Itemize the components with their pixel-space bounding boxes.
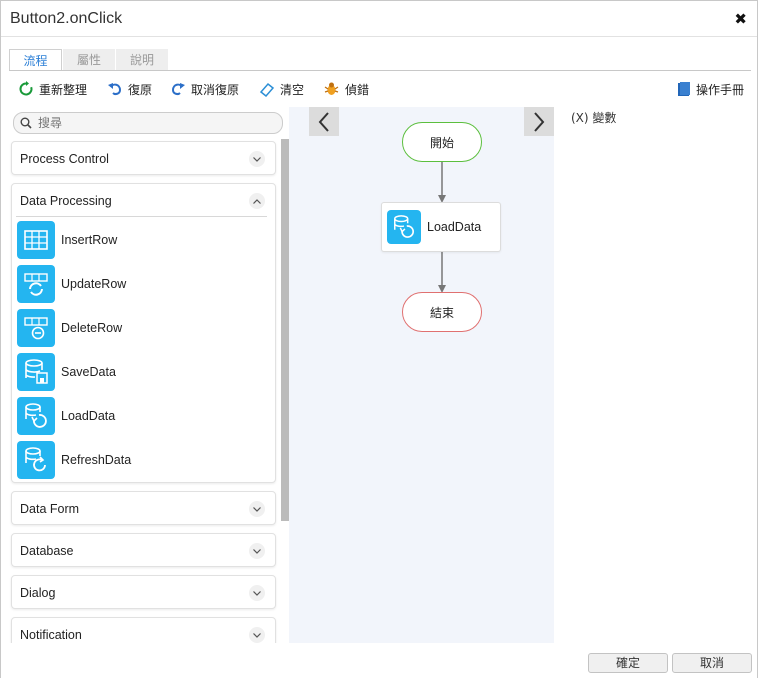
search-icon (20, 117, 32, 129)
palette-item-label: LoadData (61, 409, 116, 423)
palette-item-refreshdata[interactable]: RefreshData (17, 440, 267, 480)
flow-loaddata-node[interactable]: LoadData (381, 202, 501, 252)
tab-help[interactable]: 說明 (116, 49, 168, 71)
section-header[interactable]: Notification (12, 618, 275, 643)
redo-icon (171, 83, 185, 95)
flow-node-label: LoadData (427, 220, 482, 234)
section-label: Data Processing (20, 194, 112, 208)
section-notification[interactable]: Notification (11, 617, 276, 643)
undo-icon (108, 83, 122, 95)
section-database[interactable]: Database (11, 533, 276, 567)
eraser-icon (259, 82, 275, 97)
chevron-down-icon[interactable] (249, 501, 265, 517)
palette-item-insertrow[interactable]: InsertRow (17, 220, 267, 260)
manual-label: 操作手冊 (696, 82, 745, 97)
chevron-down-icon[interactable] (249, 585, 265, 601)
section-header[interactable]: Database (12, 534, 275, 568)
table-refresh-icon (17, 265, 55, 303)
tab-properties[interactable]: 屬性 (63, 49, 115, 71)
rearrange-label: 重新整理 (39, 82, 88, 97)
undo-label: 復原 (128, 82, 153, 97)
section-header[interactable]: Data Processing (12, 184, 275, 218)
palette-item-label: RefreshData (61, 453, 132, 467)
chevron-down-icon[interactable] (249, 543, 265, 559)
chevron-down-icon[interactable] (249, 151, 265, 167)
palette-item-savedata[interactable]: SaveData (17, 352, 267, 392)
table-grid-icon (17, 221, 55, 259)
database-refresh-icon (17, 441, 55, 479)
clear-label: 清空 (280, 82, 305, 97)
section-label: Database (20, 544, 74, 558)
section-label: Dialog (20, 586, 56, 600)
section-header[interactable]: Process Control (12, 142, 275, 176)
close-icon[interactable]: ✖ (734, 10, 747, 28)
toolbar: 重新整理 復原 取消復原 清空 偵錯 操作手冊 (1, 75, 757, 103)
database-load-icon (387, 210, 421, 244)
bug-icon (324, 82, 339, 95)
section-process-control[interactable]: Process Control (11, 141, 276, 175)
section-header[interactable]: Dialog (12, 576, 275, 610)
palette-item-deleterow[interactable]: DeleteRow (17, 308, 267, 348)
section-data-form[interactable]: Data Form (11, 491, 276, 525)
clear-button[interactable]: 清空 (259, 79, 304, 99)
chevron-up-icon[interactable] (249, 193, 265, 209)
palette-item-loaddata[interactable]: LoadData (17, 396, 267, 436)
dialog-footer: 確定 取消 (1, 643, 757, 678)
section-label: Process Control (20, 152, 109, 166)
dialog-title: Button2.onClick (10, 10, 123, 27)
palette-item-label: SaveData (61, 365, 116, 379)
palette-panel: Process Control Data Processing InsertRo… (9, 107, 289, 643)
debug-button[interactable]: 偵錯 (323, 79, 369, 99)
redo-label: 取消復原 (191, 82, 240, 97)
redo-button[interactable]: 取消復原 (170, 79, 239, 99)
palette-item-updaterow[interactable]: UpdateRow (17, 264, 267, 304)
section-label: Notification (20, 628, 82, 642)
flow-start-node[interactable]: 開始 (402, 122, 482, 162)
section-header[interactable]: Data Form (12, 492, 275, 526)
variables-header[interactable]: (X) 變數 (571, 109, 616, 126)
cancel-button[interactable]: 取消 (672, 653, 752, 673)
search-box[interactable] (13, 112, 283, 134)
database-load-icon (17, 397, 55, 435)
table-delete-icon (17, 309, 55, 347)
ok-button[interactable]: 確定 (588, 653, 668, 673)
chevron-down-icon[interactable] (249, 627, 265, 643)
palette-item-label: InsertRow (61, 233, 118, 247)
palette-scrollbar[interactable] (281, 139, 289, 521)
rearrange-button[interactable]: 重新整理 (18, 79, 87, 99)
section-divider (16, 216, 267, 217)
search-input[interactable] (38, 116, 258, 130)
undo-button[interactable]: 復原 (107, 79, 152, 99)
flow-end-node[interactable]: 結束 (402, 292, 482, 332)
section-label: Data Form (20, 502, 80, 516)
flow-editor-dialog: Button2.onClick ✖ 流程 屬性 說明 重新整理 復原 取消復原 … (0, 0, 758, 678)
debug-label: 偵錯 (345, 82, 370, 97)
palette-item-label: DeleteRow (61, 321, 123, 335)
flow-connectors (438, 162, 446, 293)
section-data-processing: Data Processing InsertRow UpdateRow Dele… (11, 183, 276, 483)
section-dialog[interactable]: Dialog (11, 575, 276, 609)
palette-item-label: UpdateRow (61, 277, 127, 291)
refresh-icon (19, 81, 33, 96)
tab-flow[interactable]: 流程 (9, 49, 62, 71)
book-icon (678, 82, 690, 96)
manual-button[interactable]: 操作手冊 (677, 79, 744, 99)
title-bar: Button2.onClick ✖ (1, 1, 757, 37)
flow-canvas[interactable]: 開始 LoadData 結束 (289, 107, 554, 643)
database-save-icon (17, 353, 55, 391)
tab-divider (9, 70, 751, 71)
